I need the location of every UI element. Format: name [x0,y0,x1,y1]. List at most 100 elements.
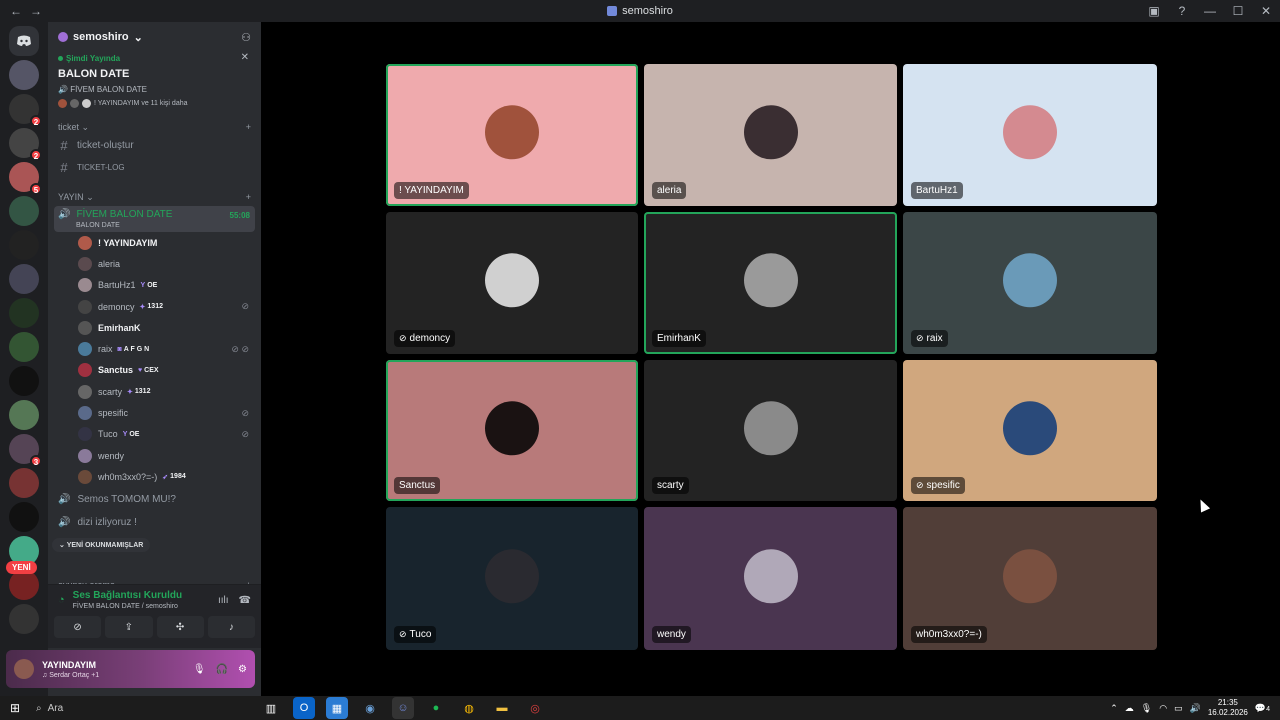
activities-button[interactable]: ✣ [156,616,204,638]
steam-icon[interactable]: ◉ [359,697,381,719]
store-icon[interactable]: ▦ [326,697,348,719]
close-icon[interactable]: ✕ [241,52,249,63]
back-icon[interactable]: ← [10,4,22,18]
app-icon[interactable]: ◎ [524,697,546,719]
task-view-icon[interactable]: ▥ [260,697,282,719]
camera-off-button[interactable]: ⊘ [54,616,102,638]
server-icon[interactable] [9,570,39,600]
video-tile[interactable]: BartuHz1 [903,64,1157,206]
soundboard-button[interactable]: ♪ [207,616,255,638]
chrome-icon[interactable]: ◍ [458,697,480,719]
discord-taskbar-icon[interactable]: ☺ [392,697,414,719]
live-stage-card[interactable]: Şimdi Yayında BALON DATE 🔊 FİVEM BALON D… [48,52,261,114]
chevron-up-icon[interactable]: ⌃ [1110,703,1118,714]
windows-start-icon[interactable]: ⊞ [0,701,30,715]
spotify-icon[interactable]: ● [425,697,447,719]
voice-member[interactable]: ! YAYINDAYIM [48,232,261,253]
guild-name[interactable]: semoshiro ⌄ [58,31,143,44]
voice-channel-active[interactable]: 🔊 FİVEM BALON DATE BALON DATE 55:08 [54,206,255,232]
server-icon[interactable]: 3 [9,434,42,467]
category-yayin[interactable]: YAYIN ⌄ + [48,190,261,204]
video-tile[interactable]: aleria [644,64,897,206]
video-tile[interactable]: Sanctus [386,360,638,501]
server-icon[interactable] [9,264,39,294]
clock[interactable]: 21:35 16.02.2026 [1208,698,1248,718]
server-icon[interactable] [9,230,39,260]
server-icon[interactable] [9,366,39,396]
user-name[interactable]: YAYINDAYIM [42,660,99,670]
add-channel-icon[interactable]: + [246,122,251,132]
server-icon[interactable] [9,468,39,498]
voice-member[interactable]: EmirhanK [48,317,261,338]
new-badge[interactable]: YENİ [6,561,37,574]
close-button[interactable]: ✕ [1252,4,1280,18]
voice-member[interactable]: wendy [48,445,261,466]
forward-icon[interactable]: → [30,4,42,18]
tag-icon: ◙ [117,345,122,353]
microphone-icon[interactable]: 🎙 [193,664,206,675]
help-icon[interactable]: ? [1168,4,1196,18]
guild-header[interactable]: semoshiro ⌄ ⚇ [48,22,261,52]
video-tile[interactable]: ⊘ Tuco [386,507,638,650]
minimize-button[interactable]: — [1196,4,1224,18]
server-icon[interactable] [9,400,39,430]
channel-ticket-log[interactable]: # TICKET-LOG [48,156,261,178]
cloud-icon[interactable]: ☁ [1125,703,1134,714]
voice-member[interactable]: scarty ✦ 1312 [48,381,261,402]
voice-location[interactable]: FİVEM BALON DATE / semoshiro [73,603,182,610]
avatar [78,363,92,378]
inbox-icon[interactable]: ▣ [1140,4,1168,18]
volume-icon[interactable]: 🔊 [1190,703,1201,714]
notification-icon[interactable]: 💬4 [1255,703,1270,714]
voice-member[interactable]: wh0m3xx0?=-) ➶ 1984 [48,466,261,487]
file-explorer-icon[interactable]: ▬ [491,697,513,719]
maximize-button[interactable]: ☐ [1224,4,1252,18]
discord-home-icon[interactable] [9,26,39,56]
voice-member[interactable]: Tuco Y OE ⊘ [48,424,261,445]
avatar[interactable] [14,659,34,679]
wifi-icon[interactable]: ◠ [1159,703,1167,714]
video-tile[interactable]: ⊘ raix [903,212,1157,354]
unread-pill[interactable]: ⌄ YENİ OKUNMAMIŞLAR [52,538,151,552]
screen-share-button[interactable]: ⇪ [105,616,153,638]
video-tile[interactable]: wendy [644,507,897,650]
add-channel-icon[interactable]: + [246,192,251,202]
server-icon[interactable]: 5 [9,162,42,195]
voice-member[interactable]: Sanctus ♥ CEX [48,360,261,381]
server-icon[interactable] [9,60,39,90]
voice-member[interactable]: raix ◙ A F G N ⊘ ⊘ [48,338,261,359]
server-icon[interactable]: 2 [9,94,42,127]
muted-icon: ⊘ [241,407,249,418]
mic-tray-icon[interactable]: 🎙 [1141,703,1152,714]
server-icon[interactable] [9,332,39,362]
outlook-icon[interactable]: O [293,697,315,719]
noise-suppression-icon[interactable]: ıılı [218,595,229,606]
channel-ticket-olustur[interactable]: # ticket-oluştur [48,134,261,156]
voice-channel[interactable]: 🔊 dizi izliyoruz ! [48,511,261,534]
settings-icon[interactable]: ⚙ [238,664,247,675]
category-ticket[interactable]: ticket ⌄ + [48,120,261,134]
voice-member[interactable]: BartuHz1 Y OE [48,275,261,296]
server-icon[interactable] [9,604,39,634]
video-tile[interactable]: ! YAYINDAYIM [386,64,638,206]
tile-name-label: ⊘ spesific [911,477,965,494]
voice-member[interactable]: spesific ⊘ [48,402,261,423]
voice-member[interactable]: demoncy ✦ 1312 ⊘ [48,296,261,317]
video-tile[interactable]: scarty [644,360,897,501]
video-tile[interactable]: ⊘ demoncy [386,212,638,354]
battery-icon[interactable]: ▭ [1174,703,1183,714]
video-tile[interactable]: ⊘ spesific [903,360,1157,501]
server-icon[interactable]: 2 [9,128,42,161]
voice-status[interactable]: Ses Bağlantısı Kuruldu [73,590,182,601]
add-member-icon[interactable]: ⚇ [241,31,251,44]
server-icon[interactable] [9,502,39,532]
headset-icon[interactable]: 🎧 [216,664,228,675]
voice-member[interactable]: aleria [48,253,261,274]
voice-channel[interactable]: 🔊 Semos TOMOM MU!? [48,488,261,511]
video-tile[interactable]: wh0m3xx0?=-) [903,507,1157,650]
disconnect-icon[interactable]: ☎ [239,595,251,606]
video-tile[interactable]: EmirhanK [644,212,897,354]
server-icon[interactable] [9,196,39,226]
server-icon[interactable] [9,298,39,328]
taskbar-search[interactable]: ⌕ Ara [36,703,226,714]
